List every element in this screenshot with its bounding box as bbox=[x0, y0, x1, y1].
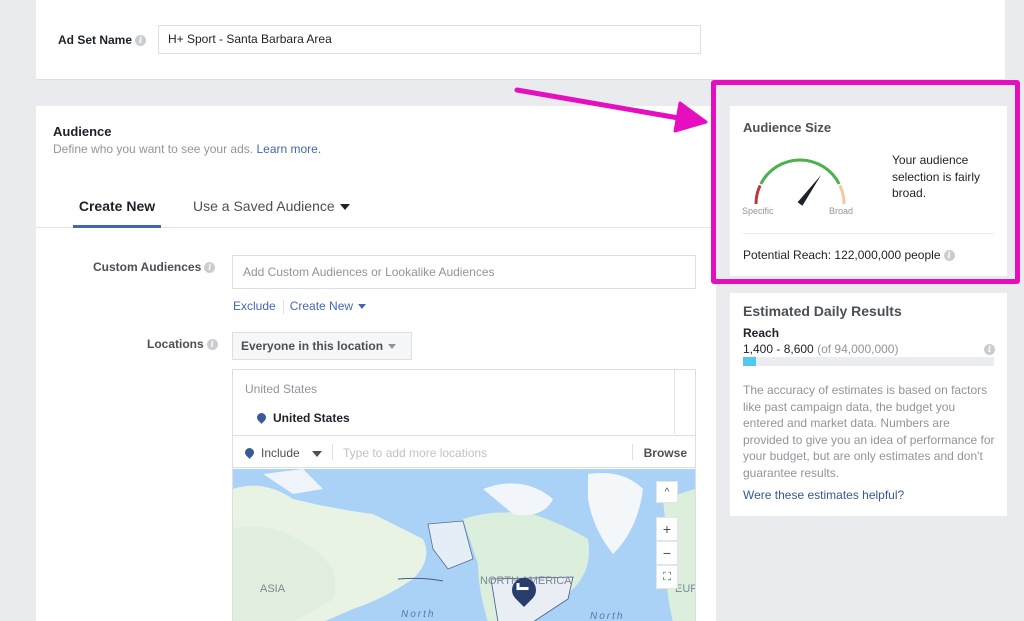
locations-label: Locations i bbox=[147, 337, 218, 351]
info-icon[interactable]: i bbox=[135, 35, 147, 47]
create-new-dropdown[interactable]: Create New bbox=[290, 299, 367, 313]
locations-box: United States United States Include Type… bbox=[232, 369, 696, 621]
custom-audiences-label: Custom Audiences i bbox=[93, 260, 216, 274]
divider bbox=[632, 444, 633, 460]
divider bbox=[332, 444, 333, 460]
selected-location[interactable]: United States bbox=[255, 411, 350, 425]
divider bbox=[282, 299, 284, 314]
location-type-select[interactable]: Everyone in this location bbox=[232, 332, 412, 360]
zoom-in-button[interactable]: + bbox=[656, 517, 678, 541]
caret-down-icon bbox=[388, 344, 397, 350]
tab-use-saved-audience[interactable]: Use a Saved Audience bbox=[193, 198, 350, 214]
reach-progress-fill bbox=[743, 357, 756, 366]
zoom-out-button[interactable]: − bbox=[656, 541, 678, 565]
estimated-daily-results-card: Estimated Daily Results Reach 1,400 - 8,… bbox=[730, 293, 1007, 516]
info-icon[interactable]: i bbox=[984, 344, 995, 355]
country-group-header: United States bbox=[245, 382, 318, 396]
exclude-link[interactable]: Exclude bbox=[233, 299, 276, 313]
estimates-disclaimer: The accuracy of estimates is based on fa… bbox=[743, 383, 995, 480]
reach-label: Reach bbox=[743, 326, 780, 340]
browse-button[interactable]: Browse bbox=[644, 446, 687, 460]
audience-section: Audience Define who you want to see your… bbox=[36, 106, 716, 621]
map-label-ocean: North bbox=[401, 609, 436, 620]
caret-down-icon bbox=[358, 304, 367, 310]
recenter-icon: ⛶ bbox=[663, 571, 671, 583]
checkmark-icon bbox=[516, 583, 529, 591]
tab-create-new[interactable]: Create New bbox=[73, 198, 161, 228]
recenter-button[interactable]: ⛶ bbox=[656, 565, 678, 589]
caret-down-icon bbox=[311, 450, 322, 457]
info-icon[interactable]: i bbox=[204, 262, 216, 274]
map-label-ocean: North bbox=[590, 611, 625, 621]
caret-down-icon bbox=[339, 204, 350, 211]
location-search-bar: Include Type to add more locations Brows… bbox=[233, 435, 695, 468]
highlight-box bbox=[711, 80, 1020, 284]
location-pin-icon bbox=[255, 411, 268, 425]
learn-more-link[interactable]: Learn more. bbox=[256, 142, 321, 156]
map-label-asia: ASIA bbox=[260, 583, 286, 595]
audience-subtitle: Define who you want to see your ads. Lea… bbox=[53, 142, 322, 156]
include-dropdown[interactable]: Include bbox=[243, 446, 322, 460]
reach-range: 1,400 - 8,600 (of 94,000,000) bbox=[743, 342, 899, 356]
location-search-input[interactable]: Type to add more locations bbox=[343, 446, 487, 460]
estimates-feedback-link[interactable]: Were these estimates helpful? bbox=[743, 488, 904, 502]
map-collapse-button[interactable]: ^ bbox=[656, 481, 678, 503]
map-graphic bbox=[233, 469, 695, 621]
location-map[interactable]: ASIA NORTH AMERICA EUR North North ^ + −… bbox=[233, 469, 695, 621]
estimated-daily-results-title: Estimated Daily Results bbox=[743, 303, 902, 319]
ad-set-name-input[interactable]: H+ Sport - Santa Barbara Area bbox=[158, 25, 701, 54]
location-pin-icon bbox=[243, 446, 256, 460]
ad-set-name-card: Ad Set Name i H+ Sport - Santa Barbara Ar… bbox=[36, 0, 1005, 80]
reach-progress-bar bbox=[743, 357, 994, 366]
ad-set-name-label: Ad Set Name i bbox=[58, 33, 147, 47]
scrollbar[interactable] bbox=[674, 370, 675, 434]
custom-audiences-actions: Exclude Create New bbox=[233, 299, 367, 314]
audience-title: Audience bbox=[53, 124, 112, 139]
map-label-europe: EUR bbox=[675, 583, 695, 595]
info-icon[interactable]: i bbox=[206, 339, 218, 351]
custom-audiences-input[interactable]: Add Custom Audiences or Lookalike Audien… bbox=[232, 255, 696, 289]
audience-tabs: Create New Use a Saved Audience bbox=[36, 188, 716, 228]
